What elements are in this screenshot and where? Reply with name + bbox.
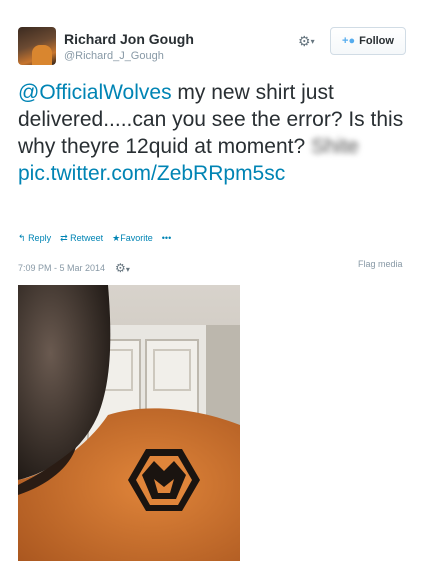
retweet-label: Retweet bbox=[70, 233, 104, 243]
reply-label: Reply bbox=[28, 233, 52, 243]
chevron-down-icon: ▾ bbox=[125, 265, 130, 274]
favorite-button[interactable]: ★Favorite bbox=[112, 233, 153, 244]
mention-link[interactable]: @OfficialWolves bbox=[18, 81, 172, 104]
author-name[interactable]: Richard Jon Gough bbox=[64, 31, 194, 47]
gear-icon[interactable]: ⚙▾ bbox=[115, 261, 130, 275]
tweet-meta: 7:09 PM - 5 Mar 2014 ⚙▾ bbox=[18, 261, 130, 275]
retweet-icon: ⇄ bbox=[60, 233, 68, 243]
reply-icon: ↰ bbox=[18, 233, 26, 243]
avatar[interactable] bbox=[18, 27, 56, 65]
tweet-actions: ↰ Reply ⇄ Retweet ★Favorite ••• bbox=[18, 233, 171, 244]
reply-button[interactable]: ↰ Reply bbox=[18, 233, 51, 244]
timestamp[interactable]: 7:09 PM - 5 Mar 2014 bbox=[18, 263, 105, 273]
media-link[interactable]: pic.twitter.com/ZebRRpm5sc bbox=[18, 162, 285, 185]
follow-label: Follow bbox=[359, 35, 394, 47]
author-handle[interactable]: @Richard_J_Gough bbox=[64, 50, 164, 62]
user-actions-button[interactable]: ⚙▾ bbox=[298, 33, 324, 49]
gear-icon: ⚙ bbox=[298, 33, 311, 49]
shirt-photo-image bbox=[18, 285, 240, 561]
tweet-text: @OfficialWolves my new shirt just delive… bbox=[18, 79, 418, 187]
favorite-label: Favorite bbox=[120, 233, 153, 243]
more-button[interactable]: ••• bbox=[162, 233, 171, 244]
blurred-word: Shite bbox=[311, 135, 359, 158]
person-plus-icon: +● bbox=[342, 35, 356, 47]
retweet-button[interactable]: ⇄ Retweet bbox=[60, 233, 103, 244]
chevron-down-icon: ▾ bbox=[310, 37, 315, 46]
tweet-photo[interactable] bbox=[18, 285, 240, 561]
follow-button[interactable]: +● Follow bbox=[330, 27, 406, 55]
flag-media-link[interactable]: Flag media bbox=[358, 259, 403, 269]
